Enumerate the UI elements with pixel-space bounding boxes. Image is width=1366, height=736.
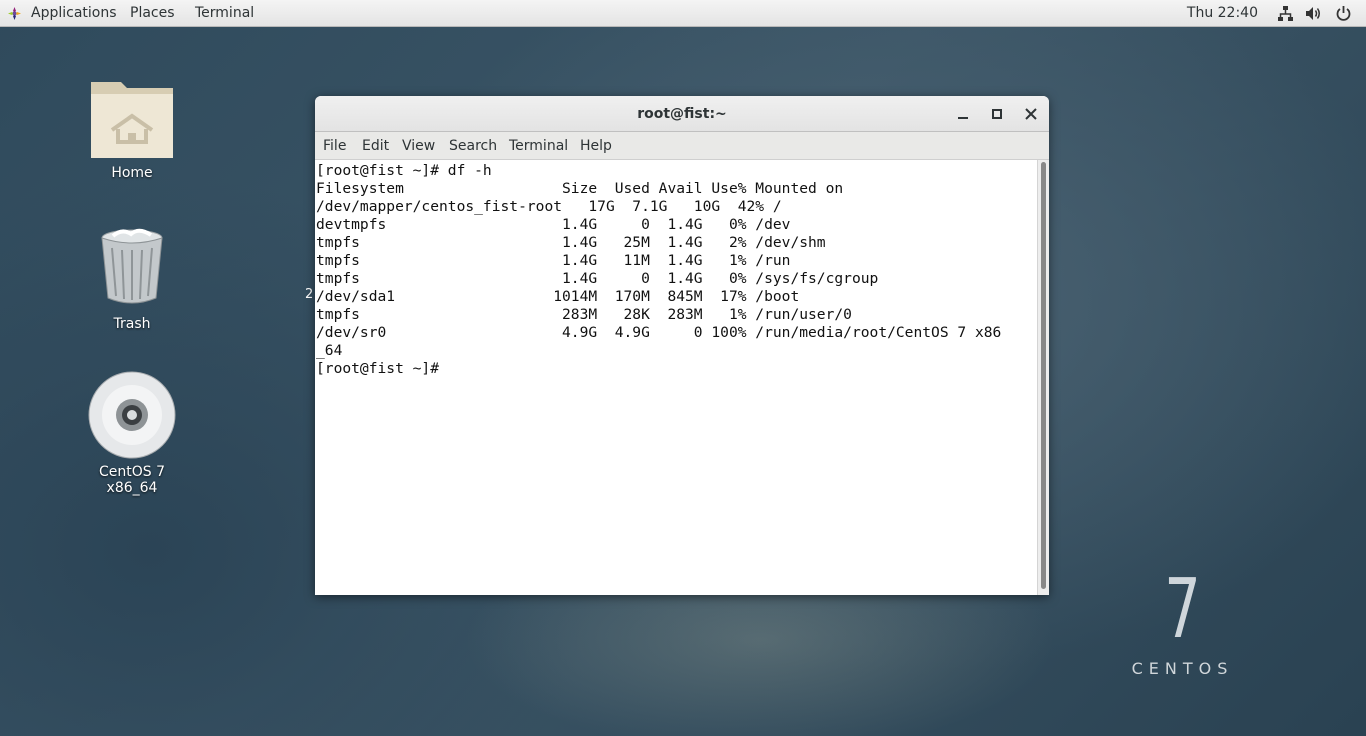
terminal-line: tmpfs 1.4G 11M 1.4G 1% /run [316,252,791,269]
home-folder-icon [91,82,173,158]
terminal-line: tmpfs 1.4G 25M 1.4G 2% /dev/shm [316,234,826,251]
stray-char: 2 [305,287,314,302]
power-icon[interactable] [1335,5,1352,22]
terminal-scrollbar[interactable] [1037,160,1049,595]
terminal-prompt[interactable]: [root@fist ~]# [316,360,1036,378]
terminal-line: tmpfs 1.4G 0 1.4G 0% /sys/fs/cgroup [316,270,879,287]
menu-file[interactable]: File [323,132,346,160]
terminal-line: /dev/mapper/centos_fist-root 17G 7.1G 10… [316,198,782,215]
menu-help[interactable]: Help [580,132,612,160]
menu-edit[interactable]: Edit [362,132,389,160]
terminal-line: [root@fist ~]# df -h [316,162,492,179]
terminal-line: /dev/sr0 4.9G 4.9G 0 100% /run/media/roo… [316,324,1002,341]
menu-view[interactable]: View [402,132,435,160]
menu-terminal[interactable]: Terminal [509,132,568,160]
trash-icon [101,228,163,304]
menu-search[interactable]: Search [449,132,497,160]
scrollbar-thumb[interactable] [1041,162,1046,589]
home-label: Home [111,165,153,181]
desktop-trash[interactable]: Trash [72,226,192,336]
desktop-centos-disc[interactable]: CentOS 7 x86_64 [72,370,192,496]
clock[interactable]: Thu 22:40 [1187,0,1258,26]
terminal-output[interactable]: [root@fist ~]# df -h Filesystem Size Use… [316,162,1036,594]
optical-disc-icon [88,371,176,459]
terminal-line: tmpfs 283M 28K 283M 1% /run/user/0 [316,306,852,323]
top-panel: Applications Places Terminal Thu 22:40 [0,0,1366,27]
places-menu[interactable]: Places [130,0,175,26]
terminal-line: devtmpfs 1.4G 0 1.4G 0% /dev [316,216,791,233]
maximize-icon[interactable] [988,105,1006,123]
volume-icon[interactable] [1305,5,1322,22]
applications-menu[interactable]: Applications [31,0,117,26]
terminal-window[interactable]: root@fist:~ File Edit View Search Termin… [315,96,1049,595]
terminal-app-menu[interactable]: Terminal [195,0,254,26]
terminal-menubar: File Edit View Search Terminal Help [315,132,1049,160]
applications-icon [8,7,21,20]
window-titlebar[interactable]: root@fist:~ [315,96,1049,132]
centos-word: CENTOS [1131,659,1234,678]
centos-watermark: 7 CENTOS [1120,562,1245,679]
terminal-line: Filesystem Size Used Avail Use% Mounted … [316,180,844,197]
centos-seven: 7 [1164,562,1201,657]
desktop-home[interactable]: Home [72,72,192,187]
minimize-icon[interactable] [954,105,972,123]
disc-label: CentOS 7 x86_64 [98,464,165,496]
window-title: root@fist:~ [637,106,727,122]
network-icon[interactable] [1277,5,1294,22]
close-icon[interactable] [1022,105,1040,123]
trash-label: Trash [113,316,151,332]
terminal-line: /dev/sda1 1014M 170M 845M 17% /boot [316,288,800,305]
terminal-line: _64 [316,342,343,359]
